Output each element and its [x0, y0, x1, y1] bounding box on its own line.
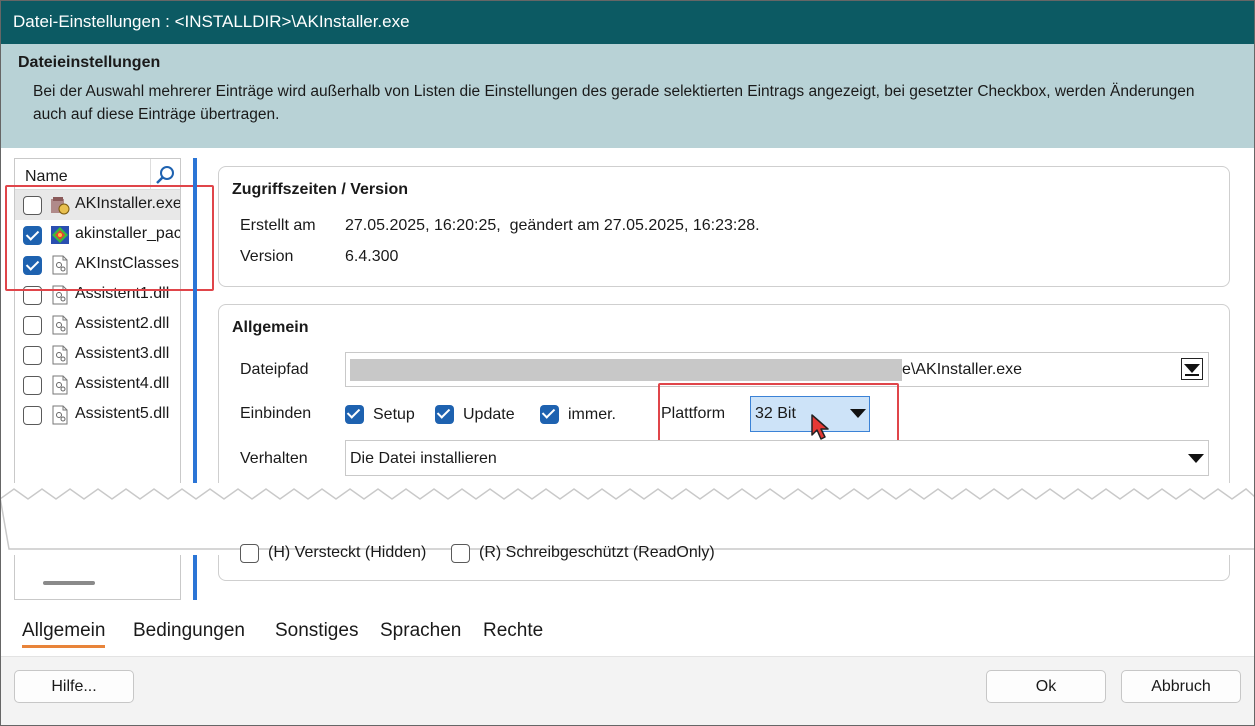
- tab-sonstiges[interactable]: Sonstiges: [275, 620, 358, 642]
- highlight-box-list: [5, 185, 214, 291]
- hidden-checkbox[interactable]: [240, 544, 259, 563]
- version-value: 6.4.300: [345, 248, 399, 265]
- update-label: Update: [463, 406, 515, 423]
- include-label: Einbinden: [240, 405, 312, 422]
- row-checkbox[interactable]: [23, 316, 42, 335]
- readonly-label: (R) Schreibgeschützt (ReadOnly): [479, 544, 715, 561]
- info-header: Dateieinstellungen Bei der Auswahl mehre…: [0, 44, 1255, 148]
- tab-bedingungen[interactable]: Bedingungen: [133, 620, 245, 642]
- setup-label: Setup: [373, 406, 415, 423]
- setup-checkbox[interactable]: [345, 405, 364, 424]
- chevron-down-icon: [1188, 454, 1204, 463]
- always-label: immer.: [568, 406, 616, 423]
- highlight-box-platform: [658, 383, 899, 445]
- column-name-label: Name: [25, 168, 68, 185]
- file-name: Assistent3.dll: [75, 345, 170, 362]
- list-item[interactable]: Assistent3.dll: [15, 340, 180, 370]
- list-item[interactable]: Assistent2.dll: [15, 310, 180, 340]
- tab-sprachen[interactable]: Sprachen: [380, 620, 461, 642]
- readonly-checkbox[interactable]: [451, 544, 470, 563]
- dll-file-icon: [50, 315, 70, 335]
- header-description: Bei der Auswahl mehrerer Einträge wird a…: [33, 83, 1195, 123]
- cancel-button[interactable]: Abbruch: [1121, 670, 1241, 703]
- button-bar: Hilfe... Ok Abbruch: [0, 656, 1255, 726]
- version-label: Version: [240, 248, 294, 265]
- path-dropdown-button[interactable]: [1181, 358, 1203, 380]
- dll-file-icon: [50, 345, 70, 365]
- behavior-value: Die Datei installieren: [350, 450, 497, 467]
- list-item[interactable]: Assistent5.dll: [15, 400, 180, 430]
- search-icon[interactable]: [155, 165, 175, 185]
- window-title: Datei-Einstellungen : <INSTALLDIR>\AKIns…: [0, 0, 1255, 44]
- access-times-title: Zugriffszeiten / Version: [232, 181, 409, 198]
- file-name: Assistent2.dll: [75, 315, 170, 332]
- behavior-label: Verhalten: [240, 450, 308, 467]
- update-checkbox[interactable]: [435, 405, 454, 424]
- file-name: Assistent5.dll: [75, 405, 170, 422]
- dll-file-icon: [50, 405, 70, 425]
- row-checkbox[interactable]: [23, 406, 42, 425]
- help-button[interactable]: Hilfe...: [14, 670, 134, 703]
- list-item[interactable]: Assistent4.dll: [15, 370, 180, 400]
- path-label: Dateipfad: [240, 361, 309, 378]
- path-redacted: [350, 359, 902, 381]
- tab-rechte[interactable]: Rechte: [483, 620, 543, 642]
- header-title: Dateieinstellungen: [18, 54, 161, 71]
- row-checkbox[interactable]: [23, 376, 42, 395]
- file-name: Assistent4.dll: [75, 375, 170, 392]
- behavior-select[interactable]: Die Datei installieren: [345, 440, 1209, 476]
- tab-allgemein[interactable]: Allgemein: [22, 620, 106, 648]
- hidden-label: (H) Versteckt (Hidden): [268, 544, 427, 561]
- always-checkbox[interactable]: [540, 405, 559, 424]
- general-title: Allgemein: [232, 319, 309, 336]
- dll-file-icon: [50, 375, 70, 395]
- created-label: Erstellt am: [240, 217, 316, 234]
- ok-button[interactable]: Ok: [986, 670, 1106, 703]
- tab-bar: Allgemein Bedingungen Sonstiges Sprachen…: [0, 612, 1255, 656]
- horizontal-scrollbar[interactable]: [43, 581, 95, 585]
- row-checkbox[interactable]: [23, 346, 42, 365]
- created-value: 27.05.2025, 16:20:25, geändert am 27.05.…: [345, 217, 760, 234]
- path-value: e\AKInstaller.exe: [902, 361, 1023, 378]
